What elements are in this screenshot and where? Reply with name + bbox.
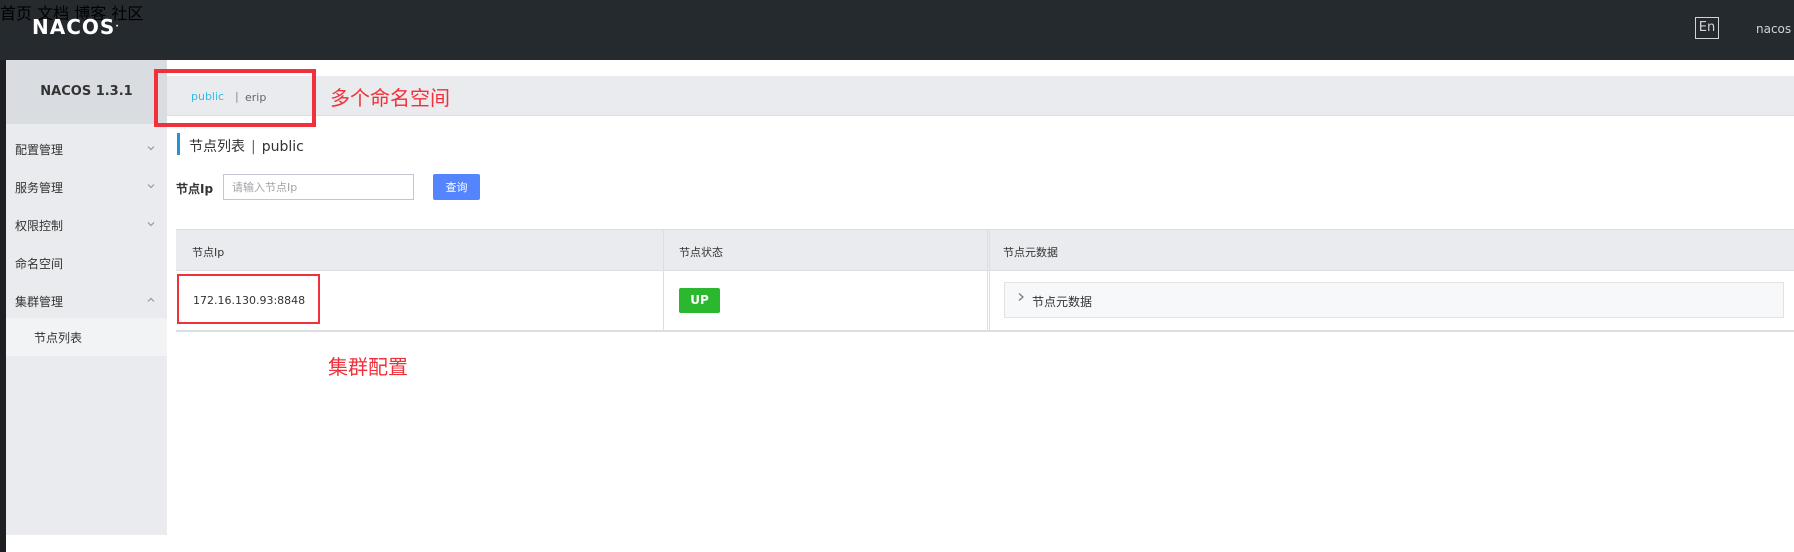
- chevron-up-icon: [146, 295, 156, 305]
- metadata-label: 节点元数据: [1032, 295, 1093, 309]
- chevron-down-icon: [146, 219, 156, 229]
- sidebar-item-label: 服务管理: [15, 180, 64, 195]
- language-toggle-button[interactable]: En: [1695, 17, 1719, 39]
- column-divider: [987, 229, 988, 332]
- node-ip-search-input[interactable]: [223, 174, 414, 200]
- search-label: 节点Ip: [176, 182, 214, 196]
- query-button[interactable]: 查询: [433, 174, 480, 200]
- username[interactable]: nacos: [1756, 22, 1791, 36]
- page-title-text: 节点列表: [189, 139, 245, 155]
- page-title-accent: [177, 133, 180, 155]
- page-title: 节点列表 | public: [189, 136, 304, 156]
- sidebar-item-label: 集群管理: [15, 294, 64, 309]
- column-header-ip: 节点Ip: [192, 246, 225, 259]
- sidebar-item-cluster-management[interactable]: 集群管理: [6, 282, 167, 320]
- sidebar-item-config-management[interactable]: 配置管理: [6, 130, 167, 168]
- page-title-divider: |: [251, 139, 256, 155]
- sidebar-item-label: 权限控制: [15, 218, 64, 233]
- node-table: 节点Ip 节点状态 节点元数据 172.16.130.93:8848 UP 节点…: [176, 229, 1794, 332]
- annotation-box-namespace: [154, 69, 316, 127]
- sidebar-item-namespace[interactable]: 命名空间: [6, 244, 167, 282]
- app-root: NACOS. 首页 文档 博客 社区 En nacos NACOS 1.3.1 …: [0, 0, 1794, 552]
- column-header-metadata: 节点元数据: [1003, 246, 1058, 259]
- page-title-namespace: public: [261, 139, 304, 155]
- metadata-collapse-panel[interactable]: 节点元数据: [1004, 282, 1784, 318]
- column-divider: [663, 229, 664, 332]
- annotation-text-cluster: 集群配置: [328, 355, 408, 379]
- chevron-right-icon: [1017, 292, 1025, 305]
- sidebar: NACOS 1.3.1 配置管理 服务管理 权限控制 命名空间 集群管理 节点列…: [6, 60, 167, 535]
- sidebar-title: NACOS 1.3.1: [6, 60, 167, 124]
- top-bar: NACOS. 首页 文档 博客 社区 En nacos: [0, 0, 1794, 60]
- column-header-status: 节点状态: [679, 246, 723, 259]
- annotation-box-node-ip: [177, 274, 320, 324]
- column-divider: [989, 229, 990, 332]
- sidebar-item-label: 命名空间: [15, 256, 64, 271]
- nacos-logo[interactable]: NACOS.: [32, 15, 120, 39]
- chevron-down-icon: [146, 143, 156, 153]
- nav-home[interactable]: 首页: [0, 4, 32, 23]
- sidebar-subitem-node-list[interactable]: 节点列表: [6, 318, 167, 356]
- sidebar-item-access-control[interactable]: 权限控制: [6, 206, 167, 244]
- sidebar-item-label: 配置管理: [15, 142, 64, 157]
- chevron-down-icon: [146, 181, 156, 191]
- sidebar-item-service-management[interactable]: 服务管理: [6, 168, 167, 206]
- table-header: 节点Ip 节点状态 节点元数据: [176, 229, 1794, 271]
- annotation-text-namespace: 多个命名空间: [330, 86, 450, 110]
- table-row: 172.16.130.93:8848 UP 节点元数据: [176, 271, 1794, 332]
- status-badge: UP: [679, 288, 720, 313]
